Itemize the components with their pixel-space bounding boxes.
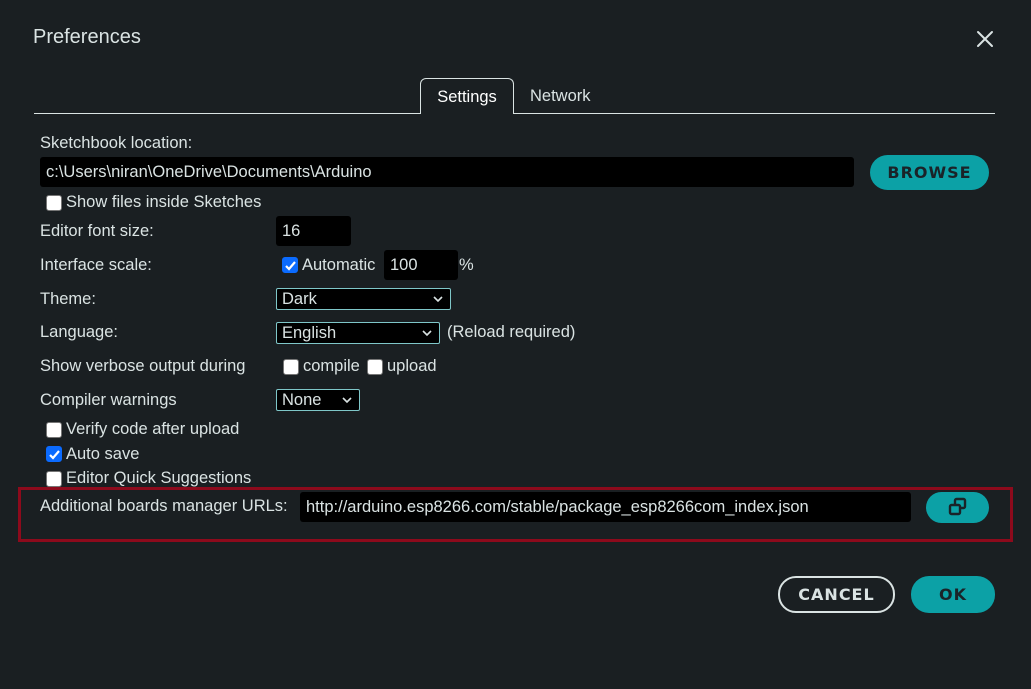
interface-scale-input[interactable]: 100 <box>384 250 458 280</box>
auto-save-checkbox[interactable] <box>46 446 62 462</box>
show-files-label: Show files inside Sketches <box>66 193 262 211</box>
cancel-button[interactable]: CANCEL <box>778 576 895 613</box>
reload-required-note: (Reload required) <box>447 323 576 341</box>
compiler-warnings-label: Compiler warnings <box>40 391 177 409</box>
theme-value: Dark <box>282 290 317 308</box>
quick-suggestions-label: Editor Quick Suggestions <box>66 469 252 487</box>
tab-settings[interactable]: Settings <box>420 78 514 114</box>
language-value: English <box>282 324 337 342</box>
language-label: Language: <box>40 323 118 341</box>
checkmark-icon <box>49 450 60 460</box>
sketchbook-input[interactable]: c:\Users\niran\OneDrive\Documents\Arduin… <box>40 157 854 187</box>
font-size-label: Editor font size: <box>40 222 154 240</box>
close-button[interactable] <box>974 28 996 50</box>
percent-label: % <box>459 256 474 274</box>
verbose-upload-checkbox[interactable] <box>367 359 383 375</box>
close-icon <box>977 31 993 47</box>
boards-urls-label: Additional boards manager URLs: <box>40 497 288 515</box>
open-window-icon <box>948 497 966 516</box>
browse-button[interactable]: BROWSE <box>870 155 989 190</box>
dialog-title: Preferences <box>33 26 141 48</box>
verbose-compile-checkbox[interactable] <box>283 359 299 375</box>
interface-scale-label: Interface scale: <box>40 256 152 274</box>
edit-urls-button[interactable] <box>926 492 989 523</box>
chevron-down-icon <box>342 397 352 404</box>
show-files-checkbox[interactable] <box>46 195 62 211</box>
automatic-label: Automatic <box>302 256 376 274</box>
chevron-down-icon <box>433 296 443 303</box>
language-select[interactable]: English <box>276 322 440 344</box>
auto-save-label: Auto save <box>66 445 140 463</box>
upload-label: upload <box>387 357 437 375</box>
quick-suggestions-checkbox[interactable] <box>46 471 62 487</box>
compile-label: compile <box>303 357 360 375</box>
compiler-warnings-select[interactable]: None <box>276 389 360 411</box>
automatic-checkbox[interactable] <box>282 257 298 273</box>
checkmark-icon <box>285 261 296 271</box>
verify-label: Verify code after upload <box>66 420 240 438</box>
tab-network[interactable]: Network <box>514 78 607 114</box>
compiler-warnings-value: None <box>282 391 322 409</box>
ok-button[interactable]: OK <box>911 576 995 613</box>
verbose-label: Show verbose output during <box>40 357 246 375</box>
sketchbook-label: Sketchbook location: <box>40 134 193 152</box>
chevron-down-icon <box>422 330 432 337</box>
theme-select[interactable]: Dark <box>276 288 451 310</box>
theme-label: Theme: <box>40 290 96 308</box>
font-size-input[interactable]: 16 <box>276 216 351 246</box>
boards-urls-input[interactable]: http://arduino.esp8266.com/stable/packag… <box>300 492 911 522</box>
verify-checkbox[interactable] <box>46 422 62 438</box>
